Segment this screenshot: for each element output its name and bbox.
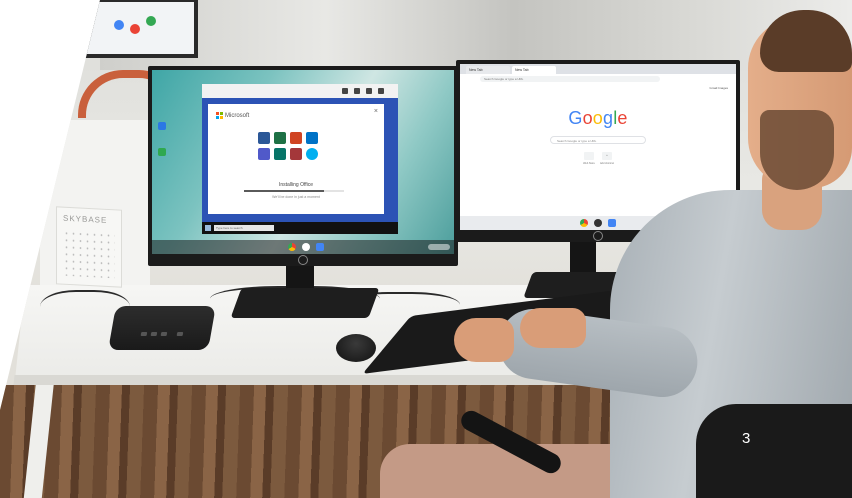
google-logo-letter: o bbox=[582, 108, 593, 128]
chrome-tab-strip: New Tab New Tab bbox=[460, 64, 736, 74]
google-logo-letter: e bbox=[617, 108, 628, 128]
toolbar-button[interactable] bbox=[354, 88, 360, 94]
google-search-box[interactable]: Search Google or type a URL bbox=[550, 136, 646, 144]
background-chart-mark bbox=[130, 24, 140, 34]
calendar-grid bbox=[63, 229, 115, 279]
toolbar-button[interactable] bbox=[342, 88, 348, 94]
install-progress-fill bbox=[244, 190, 324, 192]
close-icon[interactable]: × bbox=[374, 108, 378, 115]
hp-usb-c-dock bbox=[108, 306, 216, 350]
word-icon bbox=[258, 132, 270, 144]
powerpoint-icon bbox=[290, 132, 302, 144]
calendar-title: SKYBASE bbox=[63, 213, 108, 225]
office-app-icons bbox=[258, 132, 318, 160]
address-bar[interactable]: Search Google or type a URL bbox=[480, 76, 660, 82]
app-toolbar bbox=[202, 84, 398, 98]
usb-port bbox=[176, 332, 184, 336]
left-monitor: Microsoft × Installing Office We'll be d… bbox=[148, 66, 458, 266]
shortcut-add[interactable]: + bbox=[602, 152, 612, 160]
files-icon[interactable] bbox=[316, 243, 324, 251]
install-subtitle: We'll be done in just a moment bbox=[272, 195, 320, 199]
publisher-icon bbox=[274, 148, 286, 160]
microsoft-brand: Microsoft bbox=[216, 112, 249, 119]
taskbar-search[interactable]: Type here to search bbox=[214, 225, 274, 231]
background-chart-mark bbox=[146, 16, 156, 26]
google-logo: Google bbox=[460, 108, 736, 129]
google-logo-letter: G bbox=[568, 108, 583, 128]
skype-icon bbox=[306, 148, 318, 160]
toolbar-button[interactable] bbox=[366, 88, 372, 94]
install-title: Installing Office bbox=[278, 182, 314, 188]
teams-icon bbox=[258, 148, 270, 160]
google-logo-letter: g bbox=[603, 108, 614, 128]
windows-start-icon[interactable] bbox=[205, 225, 211, 231]
background-monitor bbox=[80, 0, 198, 58]
play-icon[interactable] bbox=[302, 243, 310, 251]
photo-scene: SKYBASE Microsoft × Installing Office We… bbox=[0, 0, 852, 498]
usb-port bbox=[150, 332, 158, 336]
excel-icon bbox=[274, 132, 286, 144]
left-monitor-screen: Microsoft × Installing Office We'll be d… bbox=[152, 70, 454, 254]
shortcut-add-label: Add shortcut bbox=[599, 162, 615, 165]
hp-logo-icon bbox=[298, 255, 308, 265]
person-hand bbox=[454, 318, 514, 362]
browser-tab[interactable]: New Tab bbox=[466, 66, 510, 74]
background-chart-mark bbox=[114, 20, 124, 30]
chrome-icon[interactable] bbox=[288, 243, 296, 251]
microsoft-logo-icon bbox=[216, 112, 223, 119]
windows-taskbar: Type here to search bbox=[202, 222, 398, 234]
speaker-puck bbox=[336, 334, 376, 362]
files-icon[interactable] bbox=[608, 219, 616, 227]
browser-tab-active[interactable]: New Tab bbox=[512, 66, 556, 74]
outlook-icon bbox=[306, 132, 318, 144]
person-beard bbox=[760, 110, 834, 190]
person-hand bbox=[520, 308, 586, 348]
access-icon bbox=[290, 148, 302, 160]
play-icon[interactable] bbox=[594, 219, 602, 227]
google-top-links[interactable]: Gmail Images bbox=[709, 86, 728, 90]
desktop-app-icon[interactable] bbox=[158, 148, 166, 156]
install-progress-bar bbox=[244, 190, 344, 192]
windows-app-window: Microsoft × Installing Office We'll be d… bbox=[202, 84, 398, 234]
google-logo-letter: o bbox=[592, 108, 603, 128]
office-install-dialog: Microsoft × Installing Office We'll be d… bbox=[208, 104, 384, 214]
hp-logo-icon bbox=[593, 231, 603, 241]
chrome-icon[interactable] bbox=[580, 219, 588, 227]
usb-port bbox=[140, 332, 148, 336]
microsoft-brand-label: Microsoft bbox=[225, 112, 250, 119]
left-monitor-base bbox=[230, 288, 380, 318]
office-chair bbox=[696, 404, 852, 498]
chromeos-shelf bbox=[152, 240, 454, 254]
usb-port bbox=[160, 332, 168, 336]
status-tray[interactable] bbox=[428, 244, 450, 250]
page-number: 3 bbox=[742, 430, 751, 447]
desktop-app-icon[interactable] bbox=[158, 122, 166, 130]
background-monitor-screen bbox=[84, 2, 194, 54]
shortcut-web-store[interactable] bbox=[584, 152, 594, 160]
toolbar-button[interactable] bbox=[378, 88, 384, 94]
desk-calendar: SKYBASE bbox=[56, 206, 122, 288]
